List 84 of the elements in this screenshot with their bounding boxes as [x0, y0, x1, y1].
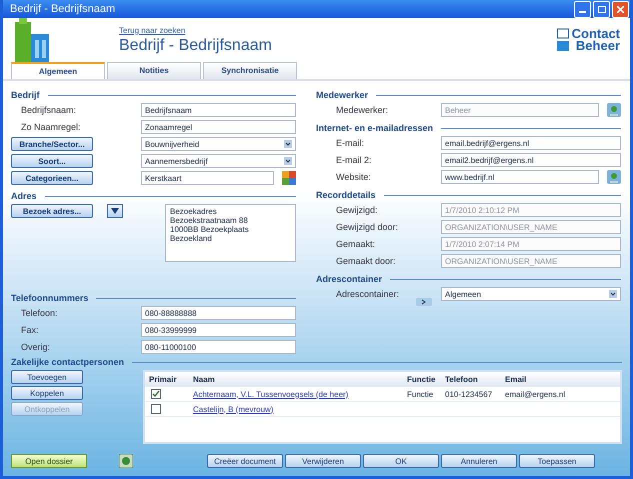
footer-button[interactable]: Creëer document [207, 454, 283, 468]
field-label: Fax: [20, 325, 40, 335]
address-button[interactable]: Bezoek adres... [11, 204, 93, 218]
input-field[interactable]: Kerstkaart [141, 171, 274, 185]
column-header[interactable]: Naam [189, 374, 403, 384]
contact-button[interactable]: Toevoegen [11, 370, 83, 384]
open-dossier-button[interactable]: Open dossier [11, 454, 87, 468]
field-label: Adrescontainer: [335, 289, 400, 299]
section-heading: Recorddetails [316, 190, 376, 200]
dropdown-arrow-icon [284, 140, 292, 148]
globe-icon[interactable] [119, 454, 133, 468]
maximize-button[interactable] [593, 0, 610, 18]
dropdown-toggle[interactable] [107, 204, 123, 218]
address-text-area[interactable]: Bezoekadres Bezoekstraatnaam 88 1000BB Bezoekplaats Bezoekland [165, 204, 296, 262]
field-button[interactable]: Soort... [11, 154, 93, 168]
maximize-icon [598, 6, 606, 12]
contact-link[interactable]: Castelijn, B (mevrouw) [193, 404, 274, 414]
input-field[interactable]: 080-33999999 [141, 323, 296, 337]
field-label: Gewijzigd door: [335, 222, 400, 232]
dropdown-arrow-icon [284, 157, 292, 165]
column-header[interactable]: Email [501, 374, 620, 384]
dropdown-arrow-icon [609, 290, 617, 298]
field-button[interactable]: Categorieen... [11, 171, 93, 185]
section-heading: Medewerker [316, 90, 368, 100]
caret-icon [111, 208, 119, 214]
input-field[interactable]: www.bedrijf.nl [441, 170, 599, 184]
back-link[interactable]: Terug naar zoeken [119, 26, 186, 34]
tab[interactable]: Notities [107, 62, 201, 79]
primary-checkbox[interactable] [151, 404, 161, 414]
logo-text: Contact [572, 28, 620, 40]
contact-button[interactable]: Koppelen [11, 386, 83, 400]
minimize-button[interactable] [574, 0, 591, 18]
checkmark-icon [152, 390, 160, 398]
tab[interactable]: Synchronisatie [203, 62, 297, 79]
table-cell-text: 010-1234567 [444, 390, 494, 398]
field-label: Medewerker: [335, 105, 390, 115]
footer-button[interactable]: Annuleren [441, 454, 517, 468]
section-heading: Adres [11, 191, 37, 201]
field-label: Gewijzigd: [335, 205, 379, 215]
input-field[interactable]: 080-11000100 [141, 340, 296, 354]
close-icon [617, 6, 624, 12]
table-cell-text: Functie [406, 390, 434, 398]
page-title: Bedrijf - Bedrijfsnaam [119, 36, 273, 54]
field-label: E-mail: [335, 138, 366, 148]
input-field[interactable]: email.bedrijf@ergens.nl [441, 136, 621, 150]
field-label: E-mail 2: [335, 155, 373, 165]
field-label: Bedrijfsnaam: [20, 105, 78, 115]
input-field[interactable]: 080-88888888 [141, 306, 296, 320]
field-label: Website: [335, 172, 372, 182]
table-cell-text: email@ergens.nl [504, 390, 566, 398]
dropdown-field[interactable]: Bouwnijverheid [141, 137, 296, 151]
tab[interactable]: Algemeen [11, 62, 105, 79]
footer-button[interactable]: OK [363, 454, 439, 468]
section-heading: Internet- en e-mailadressen [316, 123, 434, 133]
field-label: Gemaakt door: [335, 256, 397, 266]
section-heading: Bedrijf [11, 90, 40, 100]
field-label: Zo Naamregel: [20, 122, 82, 132]
input-field[interactable]: email2.bedrijf@ergens.nl [441, 153, 621, 167]
contact-link[interactable]: Achternaam, V.L. Tussenvoegsels (de heer) [193, 390, 348, 398]
section-heading: Zakelijke contactpersonen [11, 357, 124, 367]
footer-button[interactable]: Toepassen [519, 454, 595, 468]
column-header[interactable]: Functie [403, 374, 441, 384]
lookup-icon[interactable] [607, 103, 621, 117]
expand-icon[interactable] [416, 298, 432, 306]
input-field[interactable]: Bedrijfsnaam [141, 103, 296, 117]
input-field[interactable]: Zonaamregel [141, 120, 296, 134]
field-button[interactable]: Branche/Sector... [11, 137, 93, 151]
dropdown-field[interactable]: Aannemersbedrijf [141, 154, 296, 168]
dropdown-field[interactable]: Algemeen [441, 287, 621, 301]
field-label: Telefoon: [20, 308, 59, 318]
color-grid-icon[interactable] [282, 171, 296, 185]
column-header[interactable]: Primair [145, 374, 189, 384]
section-heading: Adrescontainer [316, 274, 382, 284]
close-button[interactable] [612, 0, 629, 18]
lookup-icon[interactable] [607, 170, 621, 184]
field-label: Overig: [20, 342, 52, 352]
column-header[interactable]: Telefoon [441, 374, 501, 384]
field-label: Gemaakt: [335, 239, 376, 249]
footer-button[interactable]: Verwijderen [285, 454, 361, 468]
logo-text: Beheer [576, 40, 620, 52]
window-title: Bedrijf - Bedrijfsnaam [10, 3, 116, 15]
logo-icon [556, 28, 569, 52]
primary-checkbox[interactable] [151, 389, 161, 399]
section-heading: Telefoonnummers [11, 293, 88, 303]
